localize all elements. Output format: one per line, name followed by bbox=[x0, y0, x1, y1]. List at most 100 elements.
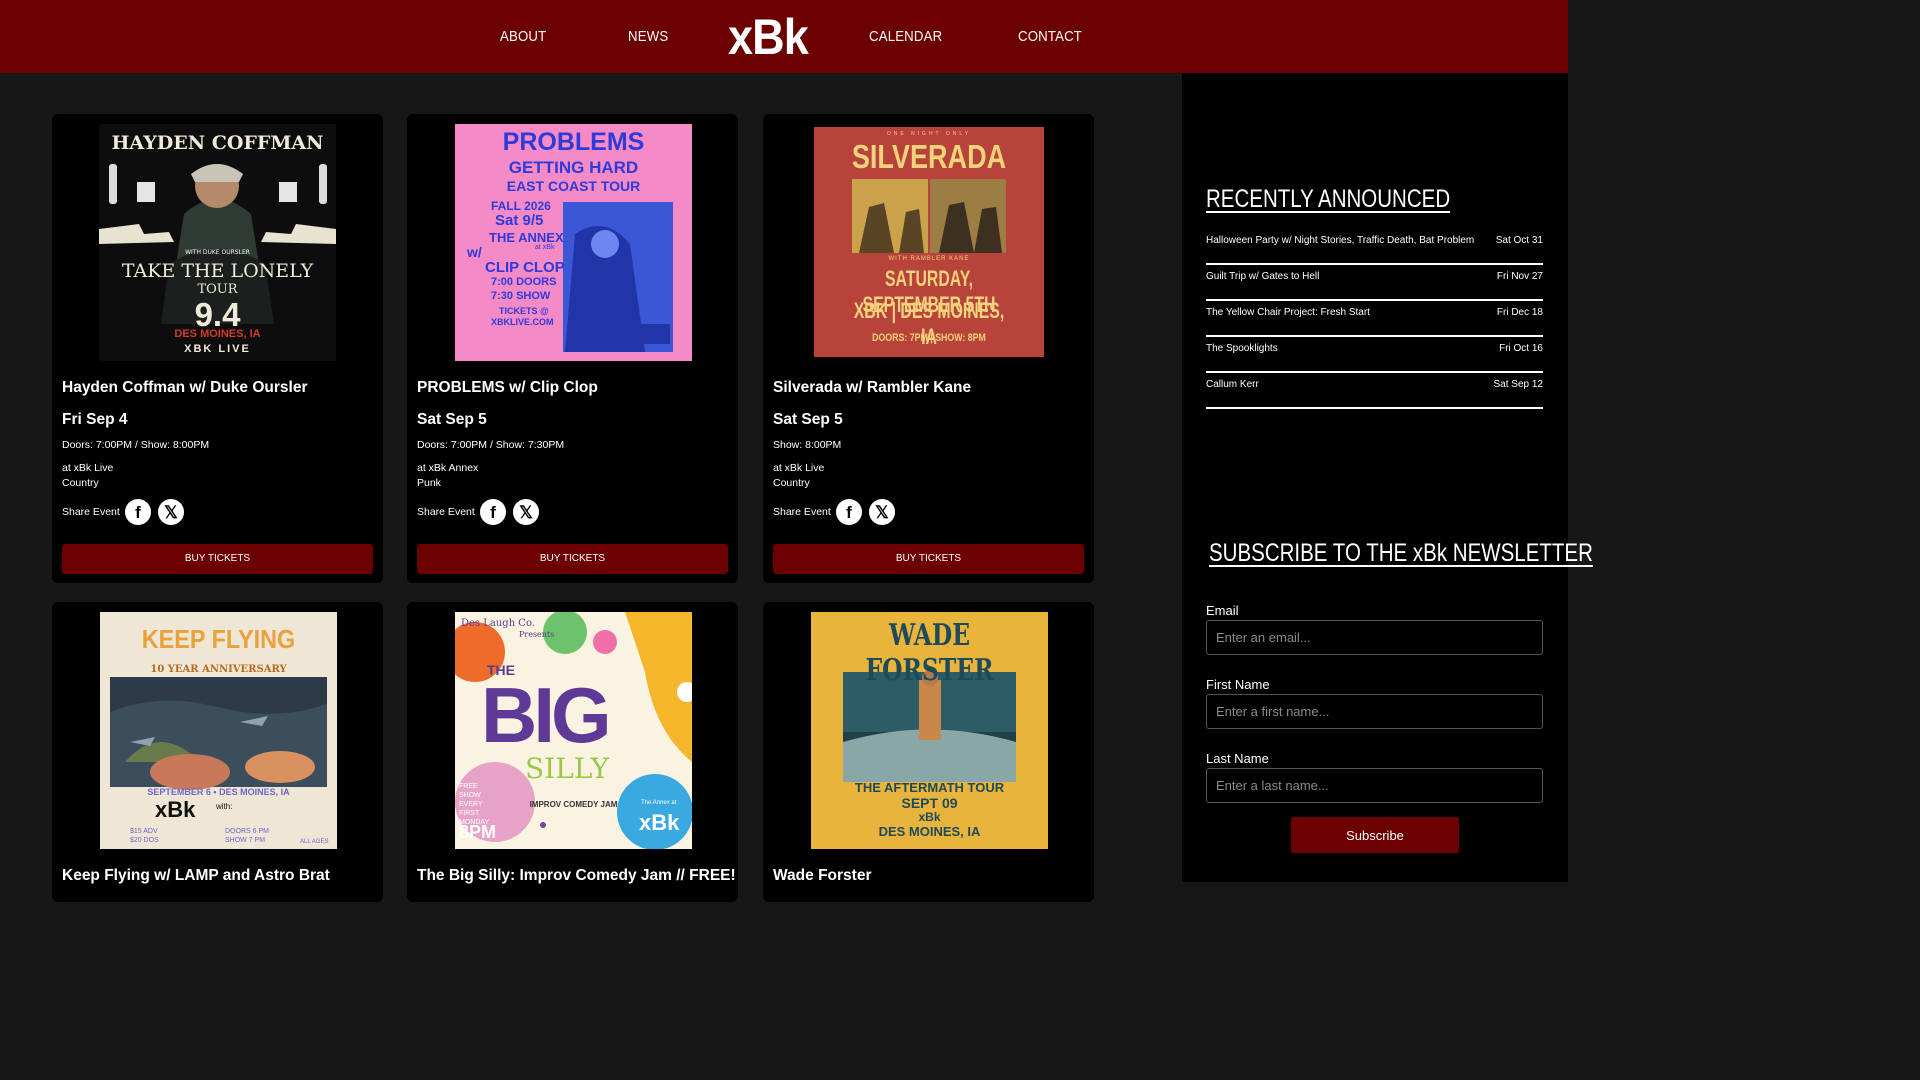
event-poster-image[interactable]: Des Laugh Co. Presents THE BIG SILLY IMP… bbox=[455, 612, 692, 849]
poster-show-text: SHOW 7 PM bbox=[225, 837, 266, 844]
facebook-share-icon[interactable]: f bbox=[836, 499, 862, 525]
event-poster-image[interactable]: ONE NIGHT ONLY SILVERADA WITH RAMBLER KA… bbox=[814, 127, 1044, 357]
poster-dos-price-text: $20 DOS bbox=[130, 837, 159, 844]
poster-album-text: GETTING HARD bbox=[508, 158, 639, 177]
recently-announced-name: Callum Kerr bbox=[1206, 379, 1259, 390]
poster-band-text: KEEP FLYING bbox=[141, 624, 296, 654]
event-title[interactable]: Hayden Coffman w/ Duke Oursler bbox=[62, 379, 307, 397]
poster-tour-text: EAST COAST TOUR bbox=[506, 178, 641, 194]
event-poster-image[interactable]: WADE FORSTER THE AFTERMATH TOUR SEPT 09 … bbox=[811, 612, 1048, 849]
event-poster-image[interactable]: HAYDEN COFFMAN WITH DUKE OURSLER TAKE TH… bbox=[99, 124, 336, 361]
site-logo[interactable]: xBk bbox=[728, 8, 809, 66]
recently-announced-name: The Yellow Chair Project: Fresh Start bbox=[1206, 307, 1370, 318]
facebook-share-icon[interactable]: f bbox=[480, 499, 506, 525]
facebook-share-icon[interactable]: f bbox=[125, 499, 151, 525]
event-venue: at xBk Live bbox=[62, 462, 114, 474]
event-poster-image[interactable]: KEEP FLYING 10 YEAR ANNIVERSARY SEPTEMBE… bbox=[100, 612, 337, 849]
poster-tour-text: THE AFTERMATH TOUR bbox=[854, 780, 1005, 795]
event-genre: Country bbox=[773, 477, 810, 489]
event-poster-image[interactable]: PROBLEMS GETTING HARD EAST COAST TOUR FA… bbox=[455, 124, 692, 361]
poster-date-text: SEPTEMBER 6 • DES MOINES, IA bbox=[147, 787, 290, 797]
poster-band-text: SILVERADA bbox=[851, 138, 1007, 175]
poster-ages-text: ALL AGES bbox=[300, 839, 329, 845]
poster-presents-text: Presents bbox=[519, 630, 555, 639]
nav-about-link[interactable]: ABOUT bbox=[500, 28, 546, 45]
poster-venue-logo-text: xBk bbox=[155, 797, 196, 822]
poster-venue-text: xBk bbox=[918, 810, 941, 824]
poster-annex-text: The Annex at bbox=[641, 800, 677, 806]
poster-city-text: DES MOINES, IA bbox=[878, 824, 981, 839]
event-genre: Country bbox=[62, 477, 99, 489]
email-field[interactable] bbox=[1206, 620, 1543, 655]
poster-artist-text: HAYDEN COFFMAN bbox=[111, 132, 324, 154]
newsletter-heading: SUBSCRIBE TO THE xBk NEWSLETTER bbox=[1209, 539, 1593, 567]
event-date: Fri Sep 4 bbox=[62, 411, 128, 428]
poster-presenter-text: Des Laugh Co. bbox=[461, 618, 535, 629]
event-time: Doors: 7:00PM / Show: 7:30PM bbox=[417, 439, 565, 451]
poster-band-text: PROBLEMS bbox=[502, 128, 645, 156]
event-venue: at xBk Annex bbox=[417, 462, 479, 474]
event-time: Show: 8:00PM bbox=[773, 439, 842, 451]
event-title[interactable]: Silverada w/ Rambler Kane bbox=[773, 379, 971, 397]
buy-tickets-button[interactable]: BUY TICKETS bbox=[62, 544, 373, 574]
recently-announced-name: Guilt Trip w/ Gates to Hell bbox=[1206, 271, 1320, 282]
email-label: Email bbox=[1206, 603, 1239, 618]
poster-tickets-text: TICKETS @ bbox=[499, 306, 549, 316]
nav-contact-link[interactable]: CONTACT bbox=[1018, 28, 1082, 45]
x-share-icon[interactable]: 𝕏 bbox=[158, 499, 184, 525]
poster-tour-word: TOUR bbox=[197, 282, 238, 297]
event-title[interactable]: PROBLEMS w/ Clip Clop bbox=[417, 379, 598, 397]
recently-announced-item[interactable]: Halloween Party w/ Night Stories, Traffi… bbox=[1206, 229, 1543, 265]
recently-announced-item[interactable]: Callum Kerr Sat Sep 12 bbox=[1206, 373, 1543, 409]
event-title[interactable]: The Big Silly: Improv Comedy Jam // FREE… bbox=[417, 867, 736, 885]
poster-city-text: DES MOINES, IA bbox=[174, 328, 261, 340]
recently-announced-name: The Spooklights bbox=[1206, 343, 1278, 354]
recently-announced-date: Sat Sep 12 bbox=[1493, 379, 1543, 390]
event-genre: Punk bbox=[417, 477, 441, 489]
recently-announced-item[interactable]: Guilt Trip w/ Gates to Hell Fri Nov 27 bbox=[1206, 265, 1543, 301]
poster-tour-text: TAKE THE LONELY bbox=[121, 260, 314, 282]
poster-venue-sub-text: at xBk bbox=[535, 244, 555, 251]
first-name-field[interactable] bbox=[1206, 694, 1543, 729]
event-date: Sat Sep 5 bbox=[417, 411, 487, 428]
event-date: Sat Sep 5 bbox=[773, 411, 843, 428]
subscribe-button[interactable]: Subscribe bbox=[1291, 817, 1459, 853]
poster-show-text: 7:30 SHOW bbox=[491, 290, 551, 302]
poster-xbk-text: xBk bbox=[639, 810, 680, 835]
poster-times-text: DOORS: 7PM | SHOW: 8PM bbox=[872, 332, 986, 344]
event-card: WADE FORSTER THE AFTERMATH TOUR SEPT 09 … bbox=[763, 602, 1094, 902]
last-name-field[interactable] bbox=[1206, 768, 1543, 803]
poster-season-text: FALL 2026 bbox=[491, 199, 551, 213]
last-name-label: Last Name bbox=[1206, 751, 1269, 766]
poster-silly-text: SILLY bbox=[525, 752, 610, 785]
event-title[interactable]: Wade Forster bbox=[773, 867, 871, 885]
recently-announced-heading: RECENTLY ANNOUNCED bbox=[1206, 185, 1451, 213]
event-time: Doors: 7:00PM / Show: 8:00PM bbox=[62, 439, 210, 451]
recently-announced-name: Halloween Party w/ Night Stories, Traffi… bbox=[1206, 235, 1475, 246]
poster-time-text: 8PM bbox=[459, 822, 497, 842]
share-event-label: Share Event bbox=[417, 506, 475, 518]
recently-announced-date: Fri Oct 16 bbox=[1499, 343, 1543, 354]
poster-artist-text: WADE FORSTER bbox=[865, 618, 994, 688]
poster-free-text: FREE SHOW EVERY FIRST MONDAY bbox=[459, 783, 490, 826]
event-card: PROBLEMS GETTING HARD EAST COAST TOUR FA… bbox=[407, 114, 738, 583]
nav-news-link[interactable]: NEWS bbox=[628, 28, 668, 45]
recently-announced-item[interactable]: The Spooklights Fri Oct 16 bbox=[1206, 337, 1543, 373]
poster-doors-text: DOORS 6 PM bbox=[225, 828, 269, 835]
x-share-icon[interactable]: 𝕏 bbox=[869, 499, 895, 525]
poster-support-text: WITH RAMBLER KANE bbox=[888, 256, 970, 262]
recently-announced-date: Fri Nov 27 bbox=[1496, 271, 1543, 282]
event-title[interactable]: Keep Flying w/ LAMP and Astro Brat bbox=[62, 867, 330, 885]
event-card: KEEP FLYING 10 YEAR ANNIVERSARY SEPTEMBE… bbox=[52, 602, 383, 902]
buy-tickets-button[interactable]: BUY TICKETS bbox=[417, 544, 728, 574]
buy-tickets-button[interactable]: BUY TICKETS bbox=[773, 544, 1084, 574]
poster-date-text: SEPT 09 bbox=[901, 795, 958, 811]
event-card: Des Laugh Co. Presents THE BIG SILLY IMP… bbox=[407, 602, 738, 902]
poster-adv-price-text: $15 ADV bbox=[130, 828, 158, 835]
poster-anniversary-text: 10 YEAR ANNIVERSARY bbox=[150, 664, 287, 675]
share-event-label: Share Event bbox=[62, 506, 120, 518]
x-share-icon[interactable]: 𝕏 bbox=[513, 499, 539, 525]
nav-calendar-link[interactable]: CALENDAR bbox=[869, 28, 942, 45]
recently-announced-item[interactable]: The Yellow Chair Project: Fresh Start Fr… bbox=[1206, 301, 1543, 337]
poster-tagline-text: ONE NIGHT ONLY bbox=[886, 131, 972, 137]
